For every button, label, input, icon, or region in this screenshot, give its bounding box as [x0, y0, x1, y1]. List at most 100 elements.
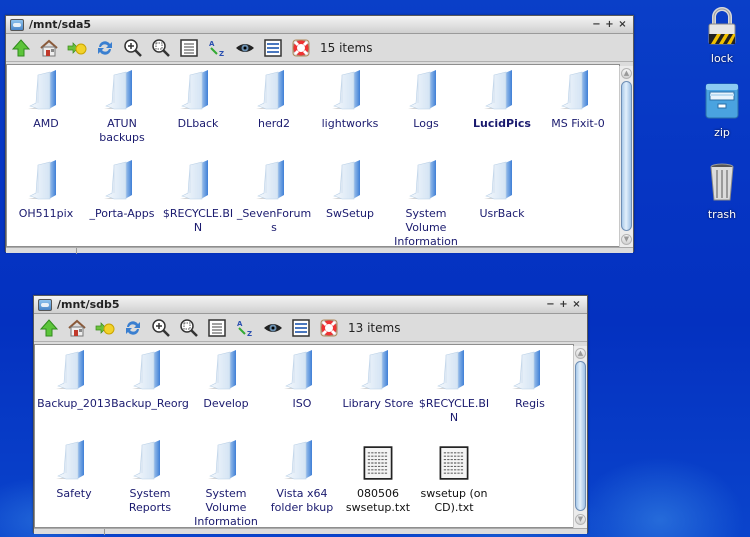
desktop-icon-label: lock [710, 52, 734, 65]
list-view-button[interactable] [206, 317, 228, 339]
help-button[interactable] [290, 37, 312, 59]
zoom-in-button[interactable] [150, 317, 172, 339]
folder-item[interactable]: Logs [387, 69, 465, 131]
folder-item[interactable]: UsrBack [463, 159, 541, 221]
minimize-button[interactable]: − [590, 19, 603, 30]
maximize-button[interactable]: + [557, 299, 570, 310]
lock-icon [708, 7, 736, 45]
folder-icon [508, 349, 552, 393]
go-up-button[interactable] [10, 37, 32, 59]
maximize-button[interactable]: + [603, 19, 616, 30]
sort-button[interactable] [206, 37, 228, 59]
go-to-button[interactable] [66, 37, 88, 59]
item-label: ATUN backups [99, 117, 145, 144]
folder-icon [432, 349, 476, 393]
item-count: 15 items [320, 40, 373, 55]
folder-item[interactable]: ISO [263, 349, 341, 411]
folder-icon [328, 159, 372, 203]
item-label: System Volume Information [194, 487, 258, 528]
zoom-fit-button[interactable] [150, 37, 172, 59]
help-button[interactable] [318, 317, 340, 339]
titlebar[interactable]: /mnt/sda5 − + × [6, 16, 633, 34]
file-view[interactable]: Backup_2013 Backup_Reorg Develop ISO Library… [34, 344, 574, 528]
folder-item[interactable]: Backup_2013 [35, 349, 113, 411]
folder-item[interactable]: OH511pix [7, 159, 85, 221]
vertical-scrollbar[interactable]: ▲ ▼ [619, 66, 633, 248]
folder-icon [480, 159, 524, 203]
scroll-up-arrow[interactable]: ▲ [621, 68, 632, 79]
folder-icon [252, 159, 296, 203]
scroll-down-arrow[interactable]: ▼ [575, 514, 586, 525]
list-view-button[interactable] [178, 37, 200, 59]
folder-icon [100, 69, 144, 113]
folder-item[interactable]: _Porta-Apps [83, 159, 161, 221]
folder-item[interactable]: DLback [159, 69, 237, 131]
scroll-thumb[interactable] [621, 81, 632, 231]
folder-item[interactable]: Library Store [339, 349, 417, 411]
item-label: Develop [203, 397, 249, 410]
folder-item[interactable]: Regis [491, 349, 569, 411]
window-app-icon [10, 18, 24, 31]
folder-item[interactable]: System Reports [111, 439, 189, 515]
item-count: 13 items [348, 320, 401, 335]
item-label: _SevenForums [236, 207, 312, 234]
folder-item[interactable]: System Volume Information [387, 159, 465, 249]
status-bar [6, 247, 633, 254]
folder-item[interactable]: Vista x64 folder bkup [263, 439, 341, 515]
vertical-scrollbar[interactable]: ▲ ▼ [573, 346, 587, 528]
folder-item[interactable]: herd2 [235, 69, 313, 131]
titlebar[interactable]: /mnt/sdb5 − + × [34, 296, 587, 314]
details-view-icon [263, 38, 283, 58]
desktop-icon-label: zip [714, 126, 730, 139]
folder-item[interactable]: System Volume Information [187, 439, 265, 529]
sort-button[interactable] [234, 317, 256, 339]
scroll-thumb[interactable] [575, 361, 586, 511]
details-view-button[interactable] [290, 317, 312, 339]
refresh-button[interactable] [94, 37, 116, 59]
folder-item[interactable]: $RECYCLE.BIN [415, 349, 493, 425]
scroll-down-arrow[interactable]: ▼ [621, 234, 632, 245]
desktop-icon-zip[interactable]: zip [697, 82, 747, 139]
folder-item[interactable]: LucidPics [463, 69, 541, 131]
desktop-icon-lock[interactable]: lock [697, 6, 747, 65]
zoom-in-button[interactable] [122, 37, 144, 59]
go-to-button[interactable] [94, 317, 116, 339]
folder-item[interactable]: AMD [7, 69, 85, 131]
window-title: /mnt/sda5 [29, 18, 92, 31]
file-manager-window-sdb5: /mnt/sdb5 − + × 13 items Backup_2013 Back… [33, 295, 588, 535]
folder-icon [556, 69, 600, 113]
details-view-button[interactable] [262, 37, 284, 59]
file-item[interactable]: 080506 swsetup.txt [339, 439, 417, 515]
show-hidden-button[interactable] [234, 37, 256, 59]
desktop-icon-trash[interactable]: trash [697, 162, 747, 221]
minimize-button[interactable]: − [544, 299, 557, 310]
home-button[interactable] [38, 37, 60, 59]
go-to-icon [95, 318, 115, 338]
folder-item[interactable]: SwSetup [311, 159, 389, 221]
show-hidden-button[interactable] [262, 317, 284, 339]
zoom-fit-button[interactable] [178, 317, 200, 339]
folder-item[interactable]: Backup_Reorg [111, 349, 189, 411]
home-button[interactable] [66, 317, 88, 339]
folder-item[interactable]: MS Fixit-0 [539, 69, 617, 131]
folder-item[interactable]: Develop [187, 349, 265, 411]
folder-item[interactable]: _SevenForums [235, 159, 313, 235]
file-item[interactable]: swsetup (on CD).txt [415, 439, 493, 515]
item-label: lightworks [321, 117, 379, 130]
item-label: DLback [177, 117, 219, 130]
folder-item[interactable]: ATUN backups [83, 69, 161, 145]
close-button[interactable]: × [570, 299, 583, 310]
close-button[interactable]: × [616, 19, 629, 30]
folder-item[interactable]: Safety [35, 439, 113, 501]
item-label: Vista x64 folder bkup [270, 487, 334, 514]
refresh-button[interactable] [122, 317, 144, 339]
folder-item[interactable]: $RECYCLE.BIN [159, 159, 237, 235]
go-up-button[interactable] [38, 317, 60, 339]
file-view[interactable]: AMD ATUN backups DLback herd2 lightworks Logs… [6, 64, 620, 249]
folder-item[interactable]: lightworks [311, 69, 389, 131]
folder-icon [204, 439, 248, 483]
zip-archive-icon [705, 83, 739, 119]
folder-icon [24, 69, 68, 113]
scroll-up-arrow[interactable]: ▲ [575, 348, 586, 359]
window-app-icon [38, 298, 52, 311]
